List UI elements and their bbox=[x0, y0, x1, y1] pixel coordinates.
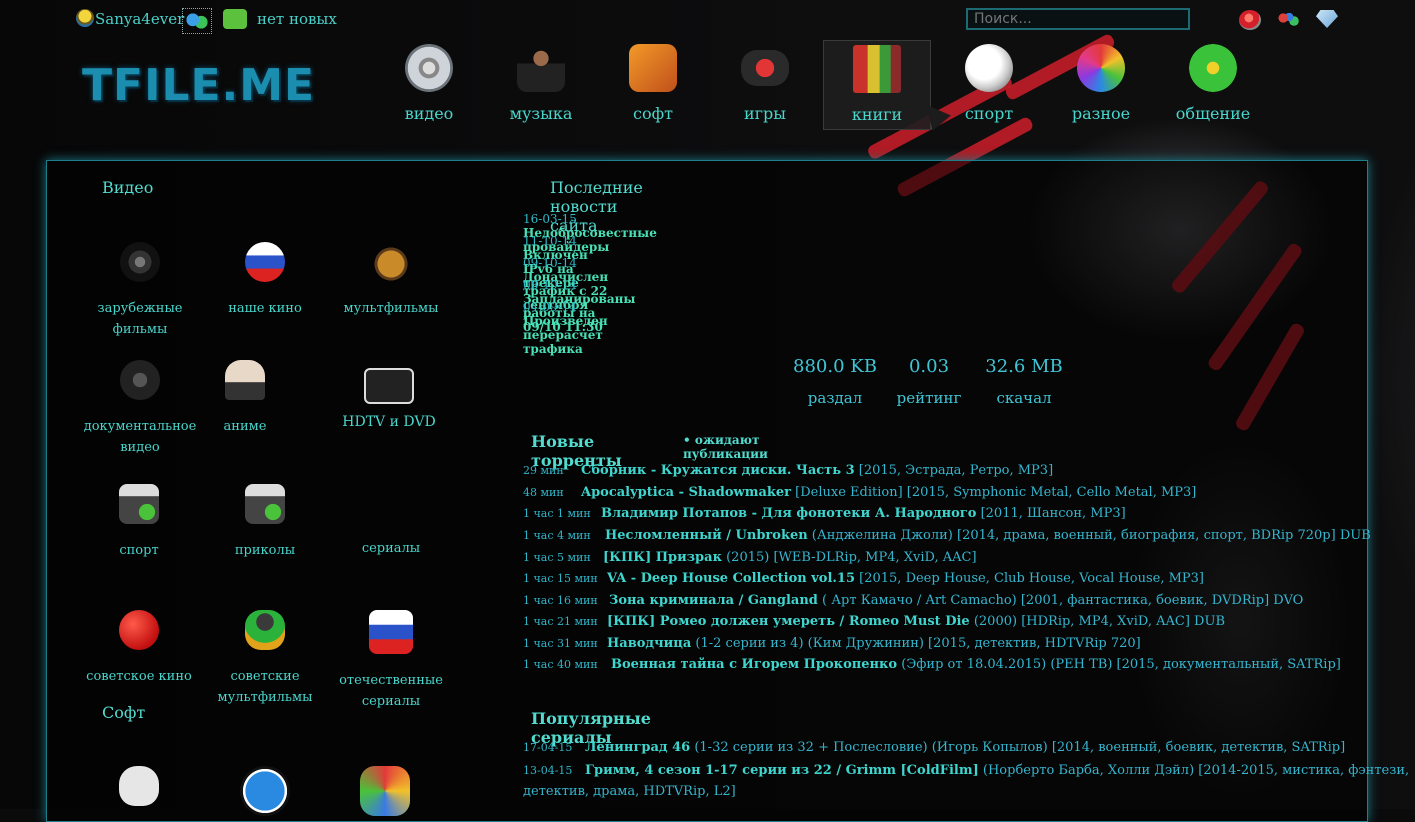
torrent-row[interactable]: 1 час 5 мин [КПК] Призрак (2015) [WEB-DLR… bbox=[523, 550, 977, 565]
username-link[interactable]: Sanya4ever bbox=[95, 10, 184, 28]
books-icon bbox=[853, 45, 901, 93]
serial-row[interactable]: 13-04-15 Гримм, 4 сезон 1-17 серии из 22 … bbox=[523, 763, 1409, 778]
nav-music[interactable]: музыка bbox=[488, 40, 594, 128]
user-avatar-icon bbox=[76, 9, 94, 27]
clapper-serial-icon bbox=[366, 484, 416, 530]
tile-cartoons[interactable]: мультфильмы bbox=[331, 242, 451, 319]
russia-ball-icon bbox=[245, 242, 285, 282]
torrent-row[interactable]: 29 мин Сборник - Кружатся диски. Часть 3 … bbox=[523, 463, 1053, 478]
russia-square-icon bbox=[369, 610, 413, 654]
torrent-row[interactable]: 1 час 4 мин Несломленный / Unbroken (Андж… bbox=[523, 528, 1371, 543]
search-input[interactable] bbox=[966, 8, 1190, 30]
color-wheel-icon bbox=[1077, 44, 1125, 92]
musician-icon bbox=[517, 44, 565, 92]
messages-icon[interactable] bbox=[223, 9, 247, 29]
hd-icon bbox=[364, 368, 414, 404]
tile-sport[interactable]: спорт bbox=[79, 484, 199, 561]
torrent-row[interactable]: 1 час 15 мин VA - Deep House Collection v… bbox=[523, 571, 1204, 586]
nav-games[interactable]: игры bbox=[712, 40, 818, 128]
tile-foreign-films[interactable]: зарубежные фильмы bbox=[80, 242, 200, 340]
nav-misc[interactable]: разное bbox=[1048, 40, 1154, 128]
messages-status[interactable]: нет новых bbox=[257, 10, 337, 28]
top-bar: Sanya4ever нет новых bbox=[0, 0, 1415, 40]
nav-chat[interactable]: общение bbox=[1160, 40, 1266, 128]
tile-funny[interactable]: приколы bbox=[205, 484, 325, 561]
site-logo[interactable]: TFILE.ME bbox=[82, 60, 315, 111]
friends-icon[interactable] bbox=[182, 8, 212, 34]
tile-our-cinema[interactable]: наше кино bbox=[205, 242, 325, 319]
tile-anime[interactable]: аниме bbox=[185, 360, 305, 437]
tile-documentary[interactable]: документальное видео bbox=[80, 360, 200, 458]
nav-video[interactable]: видео bbox=[376, 40, 482, 128]
nav-sport[interactable]: спорт bbox=[936, 40, 1042, 128]
diamond-icon[interactable] bbox=[1316, 10, 1338, 28]
torrent-row[interactable]: 48 мин Apocalyptica - Shadowmaker [Deluxe… bbox=[523, 485, 1196, 500]
cartoon-creature-icon bbox=[371, 242, 411, 282]
alert-button-icon[interactable] bbox=[1239, 10, 1261, 30]
tile-hdtv-dvd[interactable]: HDTV и DVD bbox=[329, 360, 449, 433]
video-section-title: Видео bbox=[102, 178, 154, 197]
anime-cat-icon bbox=[225, 360, 265, 400]
serial-row[interactable]: 17-04-15 Ленинград 46 (1-32 серии из 32 +… bbox=[523, 740, 1345, 755]
download-value: 32.6 MB bbox=[985, 356, 1063, 377]
sport-trophy-icon bbox=[119, 484, 159, 524]
torrent-row[interactable]: 1 час 16 мин Зона криминала / Gangland ( … bbox=[523, 593, 1303, 608]
torrent-row[interactable]: 1 час 40 мин Военная тайна с Игорем Проко… bbox=[523, 657, 1341, 672]
serial-row-continued: детектив, драма, HDTVRip, L2] bbox=[523, 784, 736, 799]
torrent-row[interactable]: 1 час 1 мин Владимир Потапов - Для фоноте… bbox=[523, 506, 1126, 521]
torrent-row[interactable]: 1 час 31 мин Наводчица (1-2 серии из 4) (… bbox=[523, 636, 1141, 651]
funny-trophy-icon bbox=[245, 484, 285, 524]
download-label: скачал bbox=[996, 389, 1052, 407]
icq-flower-icon bbox=[1189, 44, 1237, 92]
software-box-icon bbox=[629, 44, 677, 92]
film-reel-icon bbox=[120, 242, 160, 282]
nav-books[interactable]: книги bbox=[823, 40, 931, 130]
soccer-ball-icon bbox=[965, 44, 1013, 92]
film-reel-icon bbox=[405, 44, 453, 92]
tile-serials[interactable]: сериалы bbox=[331, 484, 451, 559]
parrot-icon bbox=[245, 610, 285, 650]
people-icon[interactable] bbox=[1276, 10, 1300, 30]
tile-soviet-cartoons[interactable]: советские мультфильмы bbox=[205, 610, 325, 708]
torrent-row[interactable]: 1 час 21 мин [КПК] Ромео должен умереть /… bbox=[523, 614, 1225, 629]
apple-icon bbox=[119, 766, 159, 806]
tile-soviet-cinema[interactable]: советское кино bbox=[79, 610, 199, 687]
ussr-ball-icon bbox=[119, 610, 159, 650]
tile-apple[interactable] bbox=[79, 766, 199, 806]
nav-soft[interactable]: софт bbox=[600, 40, 706, 128]
soft-section-title: Софт bbox=[102, 703, 146, 722]
documentary-icon bbox=[120, 360, 160, 400]
pending-link[interactable]: • ожидают публикации bbox=[683, 433, 768, 461]
news-item[interactable]: 04-09-14Произведен перерасчет трафика bbox=[523, 300, 608, 356]
tile-domestic-serials[interactable]: отечественные сериалы bbox=[331, 610, 451, 712]
gamepad-icon bbox=[741, 50, 789, 86]
